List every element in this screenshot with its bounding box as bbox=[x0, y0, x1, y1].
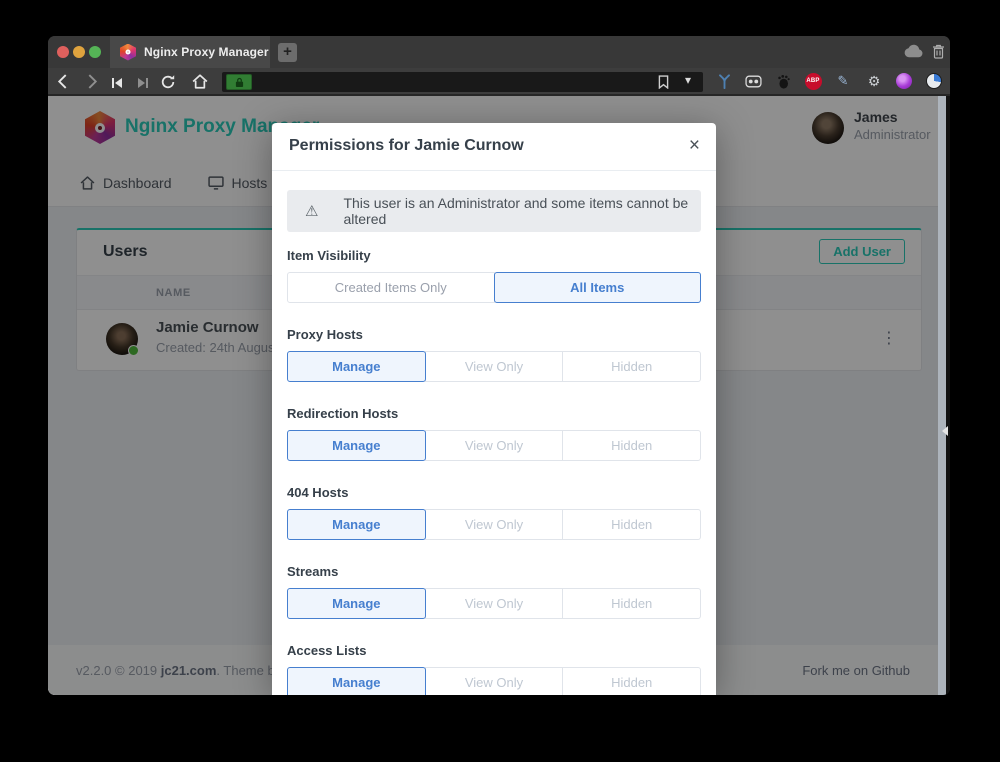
segmented-option-button[interactable]: Created Items Only bbox=[287, 272, 495, 303]
forward-icon[interactable] bbox=[87, 74, 98, 94]
new-tab-button[interactable]: + bbox=[278, 43, 297, 62]
permission-section: 404 Hosts ManageView OnlyHidden bbox=[287, 485, 701, 540]
segmented-option-button[interactable]: View Only bbox=[425, 351, 564, 382]
segmented-option-button[interactable]: View Only bbox=[425, 509, 564, 540]
admin-warning-alert: ⚠ This user is an Administrator and some… bbox=[287, 190, 701, 232]
modal-title: Permissions for Jamie Curnow bbox=[289, 137, 524, 155]
browser-window: Nginx Proxy Manager + bbox=[48, 36, 950, 695]
segmented-option-button[interactable]: All Items bbox=[494, 272, 702, 303]
segmented-option-button[interactable]: Hidden bbox=[562, 667, 701, 695]
permissions-modal: Permissions for Jamie Curnow × ⚠ This us… bbox=[272, 123, 716, 695]
browser-titlebar: Nginx Proxy Manager + bbox=[48, 36, 950, 68]
segmented-option-button[interactable]: Manage bbox=[287, 509, 426, 540]
item-visibility-group: Created Items OnlyAll Items bbox=[287, 272, 701, 303]
permission-section: Redirection Hosts ManageView OnlyHidden bbox=[287, 406, 701, 461]
trash-icon[interactable] bbox=[932, 44, 945, 64]
close-window-button[interactable] bbox=[57, 46, 69, 58]
permission-section: Access Lists ManageView OnlyHidden bbox=[287, 643, 701, 695]
browser-side-strip bbox=[946, 96, 950, 695]
permission-sections: Proxy HostsManageView OnlyHiddenRedirect… bbox=[287, 327, 701, 695]
permission-section: Streams ManageView OnlyHidden bbox=[287, 564, 701, 619]
reload-icon[interactable] bbox=[160, 74, 176, 95]
cloud-sync-icon[interactable] bbox=[904, 44, 924, 63]
permission-section-label: Access Lists bbox=[287, 643, 701, 658]
segmented-option-button[interactable]: Manage bbox=[287, 667, 426, 695]
extension-wishbone-icon[interactable] bbox=[715, 72, 733, 90]
segmented-option-button[interactable]: Manage bbox=[287, 588, 426, 619]
address-bar[interactable]: ▾ bbox=[222, 72, 703, 92]
extension-pie-icon[interactable] bbox=[925, 72, 943, 90]
permission-button-group: ManageView OnlyHidden bbox=[287, 509, 701, 540]
alert-text: This user is an Administrator and some i… bbox=[343, 195, 701, 227]
permission-button-group: ManageView OnlyHidden bbox=[287, 430, 701, 461]
permission-button-group: ManageView OnlyHidden bbox=[287, 351, 701, 382]
extension-footprint-icon[interactable] bbox=[774, 72, 792, 90]
extension-adblock-plus-icon[interactable]: ABP bbox=[804, 72, 822, 90]
permission-button-group: ManageView OnlyHidden bbox=[287, 667, 701, 695]
bookmark-dropdown-icon[interactable]: ▾ bbox=[685, 73, 691, 87]
rewind-icon[interactable] bbox=[111, 76, 123, 94]
page-scrollbar[interactable] bbox=[938, 96, 946, 695]
panel-toggle-arrow-icon[interactable] bbox=[942, 426, 948, 436]
segmented-option-button[interactable]: View Only bbox=[425, 667, 564, 695]
extension-settings-gear-icon[interactable]: ⚙ bbox=[865, 72, 883, 90]
warning-triangle-icon: ⚠ bbox=[305, 202, 318, 220]
permission-section-label: Redirection Hosts bbox=[287, 406, 701, 421]
zoom-window-button[interactable] bbox=[89, 46, 101, 58]
extension-pen-icon[interactable]: ✎ bbox=[834, 72, 852, 90]
desktop-background: Nginx Proxy Manager + bbox=[0, 0, 1000, 762]
segmented-option-button[interactable]: Hidden bbox=[562, 430, 701, 461]
permission-section-label: Proxy Hosts bbox=[287, 327, 701, 342]
favicon-icon bbox=[120, 44, 136, 61]
page-viewport: Nginx Proxy Manager James Administrator … bbox=[48, 96, 938, 695]
segmented-option-button[interactable]: Hidden bbox=[562, 588, 701, 619]
browser-toolbar: ▾ ABP ✎ ⚙ bbox=[48, 68, 950, 96]
segmented-option-button[interactable]: View Only bbox=[425, 430, 564, 461]
bookmark-icon[interactable] bbox=[658, 75, 669, 94]
segmented-option-button[interactable]: View Only bbox=[425, 588, 564, 619]
minimize-window-button[interactable] bbox=[73, 46, 85, 58]
segmented-option-button[interactable]: Hidden bbox=[562, 509, 701, 540]
extension-purple-orb-icon[interactable] bbox=[895, 72, 913, 90]
tab-title: Nginx Proxy Manager bbox=[144, 45, 269, 59]
fast-forward-icon[interactable] bbox=[137, 76, 149, 94]
home-icon[interactable] bbox=[192, 74, 208, 94]
back-icon[interactable] bbox=[57, 74, 68, 94]
browser-tab[interactable]: Nginx Proxy Manager bbox=[110, 36, 270, 68]
permission-section-label: Streams bbox=[287, 564, 701, 579]
segmented-option-button[interactable]: Manage bbox=[287, 351, 426, 382]
secure-lock-icon[interactable] bbox=[226, 74, 252, 90]
segmented-option-button[interactable]: Manage bbox=[287, 430, 426, 461]
extension-goggles-icon[interactable] bbox=[744, 72, 762, 90]
segmented-option-button[interactable]: Hidden bbox=[562, 351, 701, 382]
item-visibility-label: Item Visibility bbox=[287, 248, 701, 263]
permission-section: Proxy Hosts ManageView OnlyHidden bbox=[287, 327, 701, 382]
modal-close-icon[interactable]: × bbox=[689, 134, 700, 158]
permission-button-group: ManageView OnlyHidden bbox=[287, 588, 701, 619]
permission-section-label: 404 Hosts bbox=[287, 485, 701, 500]
